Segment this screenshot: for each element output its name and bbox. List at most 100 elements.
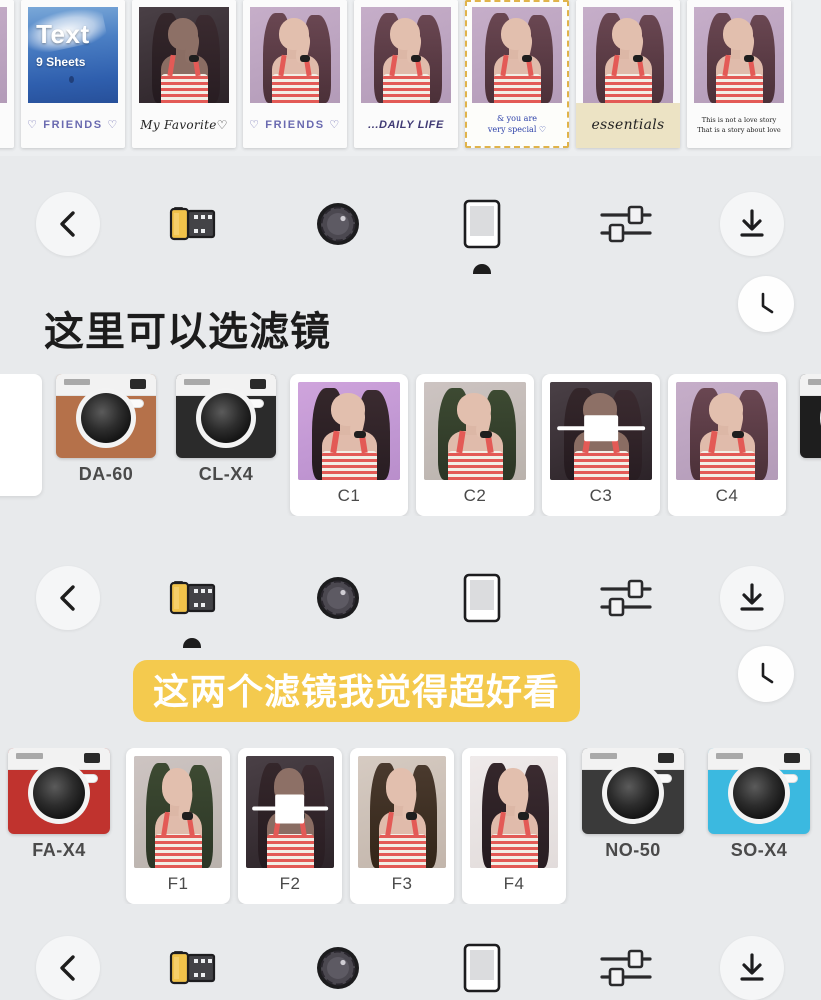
filter-item-c2[interactable]: C2 [416, 374, 534, 516]
camera-preset[interactable]: SO-X4 [700, 748, 818, 861]
filter-item-f2[interactable]: F2 [238, 748, 342, 904]
toolbar-button-download[interactable] [720, 192, 784, 256]
filter-thumbnail [676, 382, 778, 480]
filter-card[interactable]: C2 [416, 374, 534, 516]
toolbar-button-film[interactable] [160, 944, 224, 992]
sliders-icon [599, 577, 653, 619]
photo-frame-icon [463, 199, 501, 249]
filter-item-f3[interactable]: F3 [350, 748, 454, 904]
polaroid-caption: essentials [576, 103, 680, 148]
toolbar-button-frame[interactable] [450, 573, 514, 623]
portrait-illustration [361, 7, 451, 103]
camera-preset[interactable]: NO-50 [574, 748, 692, 861]
filter-item-f1[interactable]: F1 [126, 748, 230, 904]
camera-illustration [56, 374, 156, 458]
filter-label: F2 [279, 874, 301, 893]
polaroid-template-daily-life[interactable]: ...DAILY LIFE [354, 0, 458, 148]
polaroid-template-my-favorite[interactable]: My Favorite♡ [132, 0, 236, 148]
polaroid-template-partial-left[interactable] [0, 0, 14, 148]
template-subtitle: 9 Sheets [36, 55, 86, 69]
filter-item-f4[interactable]: F4 [462, 748, 566, 904]
polaroid-template-text-9-sheets[interactable]: Text 9 Sheets ♡ FRIENDS ♡ [21, 0, 125, 148]
toolbar-button-adjust[interactable] [594, 574, 658, 622]
download-icon [737, 582, 767, 614]
polaroid-photo: Text 9 Sheets [28, 7, 118, 103]
camera-preset[interactable]: CL-X4 [170, 374, 282, 485]
intensity-slider-overlay[interactable] [557, 415, 645, 441]
camera-illustration [800, 374, 821, 458]
polaroid-template-you-are-very-special[interactable]: & you are very special ♡ [465, 0, 569, 148]
toolbar-button-adjust[interactable] [594, 200, 658, 248]
filter-card[interactable]: F2 [238, 748, 342, 904]
history-clock-button[interactable] [738, 276, 794, 332]
filter-strip-c[interactable]: DA-60 CL-X4 C1 C2 C3 C4 ML- [0, 374, 821, 516]
filter-label: F1 [167, 874, 189, 893]
filter-thumbnail [134, 756, 222, 868]
toolbar-button-back[interactable] [36, 192, 100, 256]
chevron-left-icon [55, 209, 81, 239]
portrait-illustration [298, 382, 400, 480]
toolbar-bottom [0, 936, 821, 1000]
toolbar-button-film[interactable] [160, 574, 224, 622]
filter-item-cl-x4[interactable]: CL-X4 [170, 374, 282, 485]
toolbar-button-back[interactable] [36, 936, 100, 1000]
filter-card[interactable]: C3 [542, 374, 660, 516]
toolbar-button-film[interactable] [160, 200, 224, 248]
polaroid-template-friends[interactable]: ♡ FRIENDS ♡ [243, 0, 347, 148]
toolbar-button-lens[interactable] [306, 200, 370, 248]
camera-illustration [8, 748, 110, 834]
polaroid-caption: My Favorite♡ [140, 117, 228, 132]
filter-card[interactable]: F1 [126, 748, 230, 904]
filter-card[interactable]: C4 [668, 374, 786, 516]
camera-illustration [708, 748, 810, 834]
filter-thumbnail [550, 382, 652, 480]
filter-item-c1[interactable]: C1 [290, 374, 408, 516]
filter-label: NO-50 [605, 840, 661, 860]
filter-strip-f[interactable]: FA-X4 F1 F2 F3 F4 NO-50 SO-X4 [0, 748, 821, 904]
filter-item-da-60[interactable]: DA-60 [50, 374, 162, 485]
portrait-illustration [250, 7, 340, 103]
toolbar-active-indicator [183, 638, 201, 648]
toolbar-button-adjust[interactable] [594, 944, 658, 992]
intensity-slider-overlay[interactable] [252, 794, 328, 824]
toolbar-button-lens[interactable] [306, 574, 370, 622]
filter-thumbnail [470, 756, 558, 868]
filter-label: C4 [715, 486, 739, 505]
toolbar-button-back[interactable] [36, 566, 100, 630]
toolbar-button-frame[interactable] [450, 943, 514, 993]
camera-preset[interactable]: ML- [794, 374, 821, 485]
filter-item-no-50[interactable]: NO-50 [574, 748, 692, 861]
filter-thumbnail [298, 382, 400, 480]
template-title: Text [36, 19, 90, 50]
toolbar-button-lens[interactable] [306, 944, 370, 992]
polaroid-template-love-story[interactable]: This is not a love story That is a story… [687, 0, 791, 148]
polaroid-template-essentials[interactable]: essentials [576, 0, 680, 148]
toolbar-button-download[interactable] [720, 566, 784, 630]
filter-label: SO-X4 [730, 840, 788, 860]
filter-item-fa-x4[interactable]: FA-X4 [0, 748, 118, 861]
portrait-illustration [694, 7, 784, 103]
filter-item-c4[interactable]: C4 [668, 374, 786, 516]
filter-label: C1 [337, 486, 361, 505]
toolbar-button-frame[interactable] [450, 199, 514, 249]
filter-card[interactable] [0, 374, 42, 496]
photo-frame-icon [463, 943, 501, 993]
filter-item-c3[interactable]: C3 [542, 374, 660, 516]
camera-preset[interactable]: FA-X4 [0, 748, 118, 861]
clock-icon [753, 290, 779, 318]
toolbar-top [0, 192, 821, 332]
toolbar-button-download[interactable] [720, 936, 784, 1000]
filter-card[interactable]: F3 [350, 748, 454, 904]
polaroid-photo [250, 7, 340, 103]
filter-card[interactable]: C1 [290, 374, 408, 516]
film-roll-icon [168, 578, 216, 618]
filter-card[interactable]: F4 [462, 748, 566, 904]
camera-preset[interactable]: DA-60 [50, 374, 162, 485]
filter-item-so-x4[interactable]: SO-X4 [700, 748, 818, 861]
polaroid-caption: & you are very special ♡ [487, 113, 547, 134]
photo-frame-icon [463, 573, 501, 623]
history-clock-button[interactable] [738, 646, 794, 702]
polaroid-template-strip[interactable]: Text 9 Sheets ♡ FRIENDS ♡ My Favorite♡ ♡ FRI… [0, 0, 821, 156]
filter-item-ml-x[interactable]: ML- [794, 374, 821, 485]
filter-item-partial-left[interactable] [0, 374, 42, 496]
